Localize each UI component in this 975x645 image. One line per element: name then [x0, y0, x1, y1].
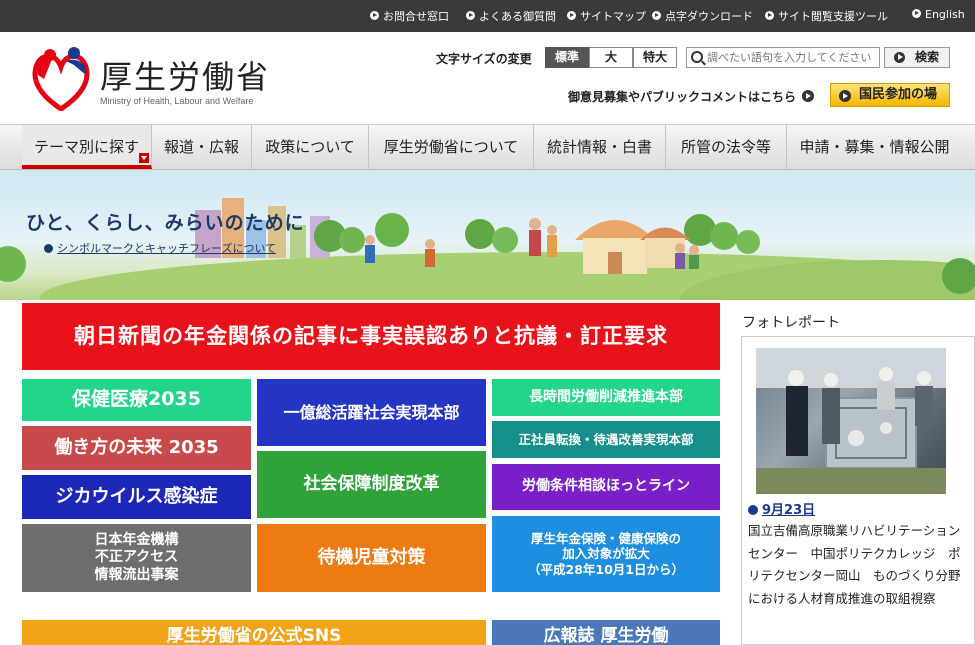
braille-download-label: 点字ダウンロード: [665, 10, 753, 23]
arrow-icon: [765, 11, 774, 20]
font-size-standard-button[interactable]: 標準: [545, 47, 589, 68]
contact-link-label: お問合せ窓口: [383, 10, 449, 23]
photo-report-image[interactable]: [756, 348, 946, 494]
arrow-icon: [44, 244, 53, 253]
symbol-mark-link-label: シンボルマークとキャッチフレーズについて: [57, 242, 277, 255]
sitemap-link[interactable]: サイトマップ: [567, 8, 646, 24]
site-header: 厚生労働省 Ministry of Health, Labour and Wel…: [0, 32, 975, 124]
symbol-mark-link[interactable]: シンボルマークとキャッチフレーズについて: [44, 240, 276, 256]
site-title[interactable]: 厚生労働省: [100, 52, 270, 98]
arrow-icon: [894, 52, 905, 63]
tile-pension-leak[interactable]: 日本年金機構 不正アクセス 情報流出事案: [22, 524, 251, 592]
nav-item-applications[interactable]: 申請・募集・情報公開: [787, 125, 962, 169]
sitemap-link-label: サイトマップ: [580, 10, 646, 23]
nav-item-label: テーマ別に探す: [33, 138, 139, 156]
arrow-icon: [839, 90, 851, 102]
font-size-large-button[interactable]: 大: [589, 47, 633, 68]
tile-work-future-2035[interactable]: 働き方の未来 2035: [22, 426, 251, 470]
accessibility-tool-link[interactable]: サイト閲覧支援ツール: [765, 8, 888, 24]
nav-item-laws[interactable]: 所管の法令等: [666, 125, 787, 169]
arrow-icon: [802, 90, 815, 102]
dropdown-icon: [139, 153, 149, 163]
arrow-icon: [912, 9, 921, 18]
braille-download-link[interactable]: 点字ダウンロード: [652, 8, 753, 24]
nav-item-about[interactable]: 厚生労働省について: [369, 125, 534, 169]
photo-report-caption: 国立吉備高原職業リハビリテーションセンター 中国ポリテクカレッジ ポリテクセンタ…: [748, 523, 961, 606]
site-subtitle: Ministry of Health, Labour and Welfare: [100, 96, 254, 106]
font-size-label: 文字サイズの変更: [436, 52, 532, 66]
hero-banner: ひと、くらし、みらいのために シンボルマークとキャッチフレーズについて: [0, 170, 975, 300]
photo-report-box: 9月23日 国立吉備高原職業リハビリテーションセンター 中国ポリテクカレッジ ポ…: [741, 336, 975, 645]
contact-link[interactable]: お問合せ窓口: [370, 8, 449, 24]
english-link[interactable]: English: [912, 8, 965, 21]
photo-report-date: 9月23日: [762, 503, 816, 518]
tile-regular-employment[interactable]: 正社員転換・待遇改善実現本部: [492, 421, 720, 458]
tile-childcare-waiting[interactable]: 待機児童対策: [257, 524, 486, 592]
arrow-icon: [466, 11, 475, 20]
photo-illustration: [756, 348, 946, 494]
arrow-icon: [567, 11, 576, 20]
search-icon: [691, 51, 703, 63]
tile-official-sns[interactable]: 厚生労働省の公式SNS: [22, 620, 486, 645]
public-comment-link[interactable]: 御意見募集やパブリックコメントはこちら: [568, 88, 815, 105]
top-utility-bar: お問合せ窓口 よくある御質問 サイトマップ 点字ダウンロード サイト閲覧支援ツー…: [0, 0, 975, 32]
tile-insurance-expansion[interactable]: 厚生年金保険・健康保険の 加入対象が拡大 （平成28年10月1日から）: [492, 516, 720, 592]
faq-link-label: よくある御質問: [479, 10, 556, 23]
tile-long-hours-reduction[interactable]: 長時間労働削減推進本部: [492, 379, 720, 416]
tile-pr-magazine[interactable]: 広報誌 厚生労働: [492, 620, 720, 645]
tile-social-security-reform[interactable]: 社会保障制度改革: [257, 451, 486, 518]
faq-link[interactable]: よくある御質問: [466, 8, 556, 24]
accessibility-tool-label: サイト閲覧支援ツール: [778, 10, 888, 23]
hero-illustration: [0, 198, 975, 300]
tile-zika-virus[interactable]: ジカウイルス感染症: [22, 475, 251, 519]
font-size-xlarge-button[interactable]: 特大: [633, 47, 677, 68]
arrow-icon: [370, 11, 379, 20]
search-box: [686, 47, 880, 68]
participation-button[interactable]: 国民参加の場: [830, 83, 950, 107]
search-input[interactable]: [707, 49, 877, 66]
english-link-label: English: [925, 8, 965, 21]
search-button[interactable]: 検索: [884, 47, 950, 68]
global-nav: テーマ別に探す 報道・広報 政策について 厚生労働省について 統計情報・白書 所…: [0, 124, 975, 170]
search-button-label: 検索: [914, 50, 939, 64]
nav-item-policy[interactable]: 政策について: [252, 125, 369, 169]
news-headline-banner[interactable]: 朝日新聞の年金関係の記事に事実誤認ありと抗議・訂正要求: [22, 303, 720, 370]
tile-labor-hotline[interactable]: 労働条件相談ほっとライン: [492, 464, 720, 510]
photo-report-heading: フォトレポート: [742, 315, 840, 331]
nav-item-theme[interactable]: テーマ別に探す: [22, 125, 152, 169]
tile-health-2035[interactable]: 保健医療2035: [22, 379, 251, 421]
nav-item-statistics[interactable]: 統計情報・白書: [534, 125, 666, 169]
mhlw-logo-icon[interactable]: [30, 45, 92, 111]
tile-ichioku-headquarters[interactable]: 一億総活躍社会実現本部: [257, 379, 486, 446]
public-comment-label: 御意見募集やパブリックコメントはこちら: [568, 90, 797, 104]
hero-catchphrase: ひと、くらし、みらいのために: [26, 212, 305, 234]
nav-item-press[interactable]: 報道・広報: [152, 125, 252, 169]
participation-label: 国民参加の場: [858, 87, 937, 102]
arrow-icon: [652, 11, 661, 20]
arrow-icon: [748, 505, 758, 515]
photo-report-date-link[interactable]: 9月23日: [748, 499, 815, 518]
